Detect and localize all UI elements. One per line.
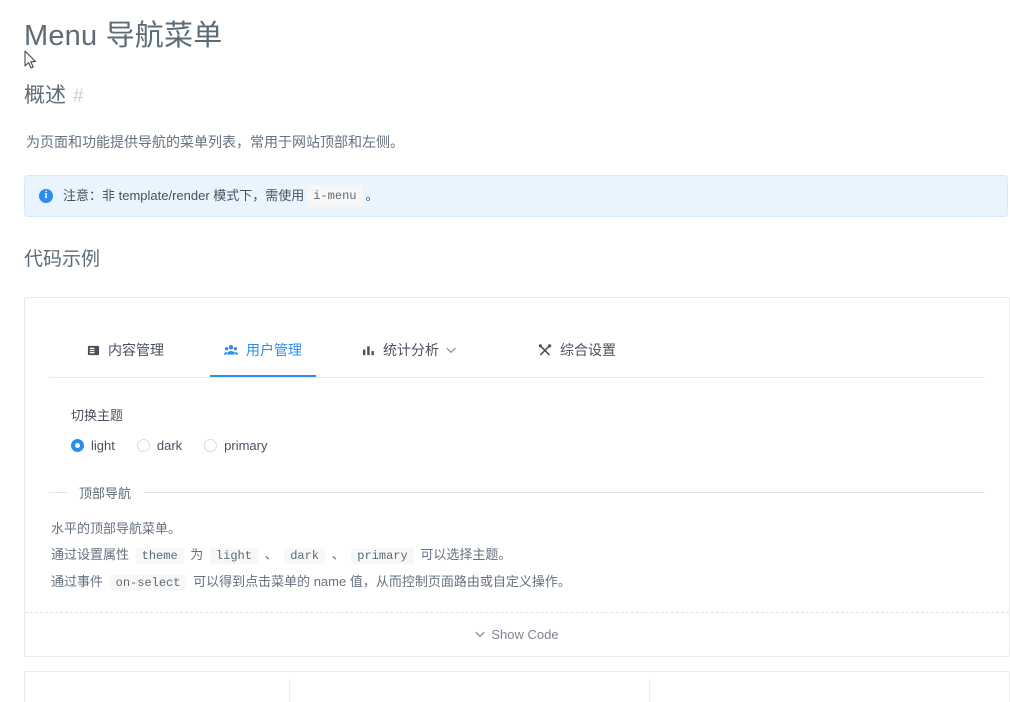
radio-dot-icon [136,439,150,452]
radio-dark[interactable]: dark [136,438,183,453]
example-heading: 代码示例 [24,249,101,270]
chevron-down-icon [475,631,485,638]
menu-item-label: 统计分析 [383,342,439,358]
bottom-menu-column-2[interactable]: 内容管理 [289,672,649,702]
radio-light[interactable]: light [71,438,115,453]
menu-tabs: 内容管理 用户管理 统计分析 综合设置 [49,324,985,378]
show-code-button[interactable]: Show Code [475,627,559,642]
meta-text: 可以得到点击菜单的 name 值，从而控制页面路由或自定义操作。 [193,574,571,589]
page-root: Menu 导航菜单 概述 # 为页面和功能提供导航的菜单列表，常用于网站顶部和左侧… [0,0,1010,702]
menu-item-statistics[interactable]: 统计分析 [344,324,474,376]
radio-dot-icon [204,439,218,452]
demo-meta: 顶部导航 水平的顶部导航菜单。 通过设置属性 theme 为 light 、 d… [25,483,1009,612]
notice-text-before: 注意：非 template/render 模式下，需使用 [63,188,305,203]
meta-separator: 、 [331,547,345,562]
meta-text: 通过事件 [51,574,104,589]
meta-text: 可以选择主题。 [420,547,512,562]
legend-rule-left [49,492,67,493]
menu-item-label: 综合设置 [560,342,616,358]
meta-separator: 、 [264,547,278,562]
menu-item-label: 用户管理 [246,342,302,358]
notice-alert: i 注意：非 template/render 模式下，需使用 i-menu 。 [24,175,1008,217]
menu-item-label: 内容管理 [108,342,164,358]
code-dark: dark [284,548,326,564]
radio-label: dark [156,438,183,453]
demo-meta-line-2: 通过设置属性 theme 为 light 、 dark 、 primary 可以… [49,542,985,569]
demo-meta-legend-row: 顶部导航 [49,483,985,502]
theme-switch-block: 切换主题 light dark primary [49,378,985,453]
show-code-area: Show Code [25,612,1009,656]
bottom-menu-card: 内容管理 内容管理 内容管理 [24,671,1010,702]
demo-meta-line-1: 水平的顶部导航菜单。 [51,521,182,536]
menu-item-users[interactable]: 用户管理 [206,324,320,377]
radio-label: light [91,438,115,453]
notice-text-after: 。 [365,188,379,203]
overview-heading-text: 概述 [24,84,66,107]
demo-meta-line-3: 通过事件 on-select 可以得到点击菜单的 name 值，从而控制页面路由… [49,569,985,596]
theme-switch-label: 切换主题 [71,408,124,423]
meta-text: 通过设置属性 [51,547,130,562]
radio-dot-icon [71,439,84,452]
legend-rule-right [143,492,985,493]
code-on-select: on-select [109,575,187,591]
overview-paragraph: 为页面和功能提供导航的菜单列表，常用于网站顶部和左侧。 [26,134,404,150]
code-theme: theme [135,548,184,564]
demo-body: 内容管理 用户管理 统计分析 综合设置 切换主题 light dark prim… [25,298,1009,453]
bar-chart-icon [362,344,375,357]
code-light: light [209,548,258,564]
meta-text: 为 [190,547,204,562]
page-title: Menu 导航菜单 [24,20,223,52]
show-code-label: Show Code [491,627,559,642]
info-circle-icon: i [39,189,53,203]
chevron-down-icon [446,347,456,354]
theme-radio-group: light dark primary [71,438,985,453]
notice-code-tag: i-menu [307,185,363,207]
demo-card: 内容管理 用户管理 统计分析 综合设置 切换主题 light dark prim… [24,297,1010,657]
overview-heading: 概述 # [24,54,1010,111]
radio-primary[interactable]: primary [204,438,268,453]
menu-item-content[interactable]: 内容管理 [69,324,182,376]
demo-meta-legend: 顶部导航 [79,486,132,501]
code-primary: primary [351,548,414,564]
anchor-link[interactable]: # [73,86,84,107]
users-icon [224,344,238,357]
tools-icon [538,343,552,357]
menu-item-settings[interactable]: 综合设置 [520,324,634,376]
radio-label: primary [224,438,268,453]
bottom-menu-column-3[interactable]: 内容管理 [649,672,1009,702]
document-icon [87,344,100,357]
bottom-menu-column-1[interactable]: 内容管理 [25,672,289,702]
